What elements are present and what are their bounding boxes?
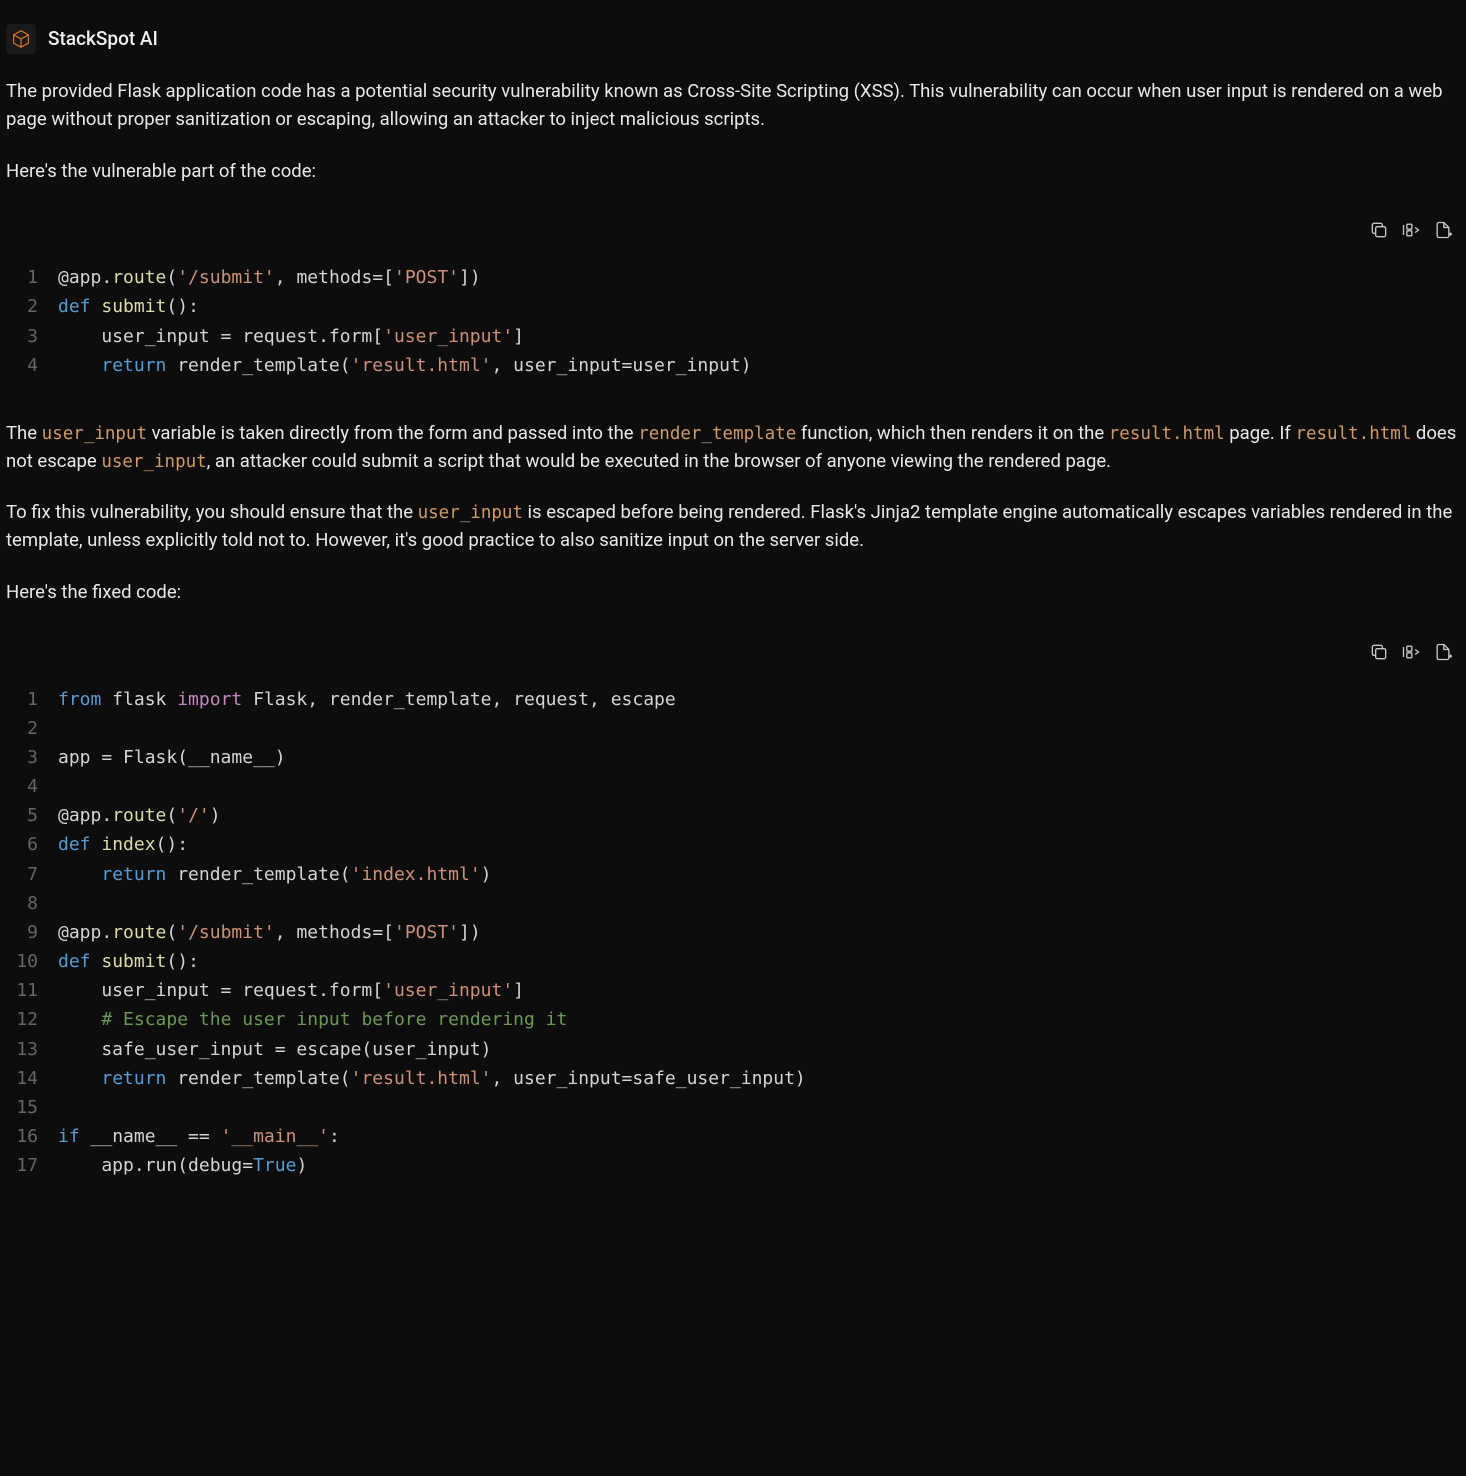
text-fragment: page. If [1225, 422, 1296, 444]
new-file-icon[interactable] [1432, 641, 1454, 663]
paragraph-fix-explain: To fix this vulnerability, you should en… [6, 499, 1460, 555]
code-line: 13 safe_user_input = escape(user_input) [6, 1035, 1460, 1064]
line-number: 3 [6, 743, 58, 772]
line-number: 6 [6, 830, 58, 859]
code-line: 3app = Flask(__name__) [6, 743, 1460, 772]
line-content: def submit(): [58, 292, 199, 321]
text-fragment: The [6, 422, 42, 444]
line-number: 5 [6, 801, 58, 830]
copy-icon[interactable] [1368, 641, 1390, 663]
code-line: 14 return render_template('result.html',… [6, 1064, 1460, 1093]
inline-code: user_input [101, 452, 206, 472]
line-content: return render_template('index.html') [58, 860, 492, 889]
copy-icon[interactable] [1368, 219, 1390, 241]
stackspot-logo-icon [6, 24, 36, 54]
paragraph-explanation-1: The user_input variable is taken directl… [6, 420, 1460, 476]
insert-icon[interactable] [1400, 219, 1422, 241]
line-number: 12 [6, 1005, 58, 1034]
code-line: 5@app.route('/') [6, 801, 1460, 830]
code-content: 1@app.route('/submit', methods=['POST'])… [6, 259, 1460, 392]
line-content: user_input = request.form['user_input'] [58, 322, 524, 351]
text-fragment: , an attacker could submit a script that… [207, 450, 1111, 472]
code-line: 7 return render_template('index.html') [6, 860, 1460, 889]
line-content: @app.route('/') [58, 801, 221, 830]
line-content: @app.route('/submit', methods=['POST']) [58, 918, 481, 947]
code-line: 2def submit(): [6, 292, 1460, 321]
code-line: 8 [6, 889, 1460, 918]
line-content: def index(): [58, 830, 188, 859]
paragraph-intro: The provided Flask application code has … [6, 78, 1460, 134]
line-content: def submit(): [58, 947, 199, 976]
code-line: 4 return render_template('result.html', … [6, 351, 1460, 380]
code-line: 11 user_input = request.form['user_input… [6, 976, 1460, 1005]
text-fragment: To fix this vulnerability, you should en… [6, 501, 418, 523]
line-number: 16 [6, 1122, 58, 1151]
inline-code: render_template [638, 424, 796, 444]
line-content: safe_user_input = escape(user_input) [58, 1035, 491, 1064]
line-number: 2 [6, 714, 58, 743]
paragraph-fixed-label: Here's the fixed code: [6, 579, 1460, 607]
code-line: 1@app.route('/submit', methods=['POST']) [6, 263, 1460, 292]
line-number: 9 [6, 918, 58, 947]
line-content: if __name__ == '__main__': [58, 1122, 340, 1151]
code-block-fixed: 1from flask import Flask, render_templat… [6, 631, 1460, 1193]
inline-code: result.html [1109, 424, 1225, 444]
new-file-icon[interactable] [1432, 219, 1454, 241]
line-content: app.run(debug=True) [58, 1151, 307, 1180]
line-content: user_input = request.form['user_input'] [58, 976, 524, 1005]
inline-code: result.html [1295, 424, 1411, 444]
line-content: return render_template('result.html', us… [58, 351, 752, 380]
inline-code: user_input [42, 424, 147, 444]
line-number: 4 [6, 351, 58, 380]
code-line: 2 [6, 714, 1460, 743]
code-line: 16if __name__ == '__main__': [6, 1122, 1460, 1151]
code-block-vulnerable: 1@app.route('/submit', methods=['POST'])… [6, 209, 1460, 392]
line-number: 10 [6, 947, 58, 976]
line-number: 2 [6, 292, 58, 321]
line-content: # Escape the user input before rendering… [58, 1005, 567, 1034]
code-content: 1from flask import Flask, render_templat… [6, 681, 1460, 1193]
code-line: 12 # Escape the user input before render… [6, 1005, 1460, 1034]
line-number: 1 [6, 685, 58, 714]
inline-code: user_input [418, 503, 523, 523]
line-number: 17 [6, 1151, 58, 1180]
line-number: 1 [6, 263, 58, 292]
text-fragment: variable is taken directly from the form… [147, 422, 638, 444]
line-number: 4 [6, 772, 58, 801]
chat-header: StackSpot AI [6, 6, 1460, 78]
code-line: 4 [6, 772, 1460, 801]
line-content: return render_template('result.html', us… [58, 1064, 806, 1093]
line-number: 3 [6, 322, 58, 351]
paragraph-vuln-label: Here's the vulnerable part of the code: [6, 158, 1460, 186]
line-content: @app.route('/submit', methods=['POST']) [58, 263, 481, 292]
code-line: 10def submit(): [6, 947, 1460, 976]
code-line: 1from flask import Flask, render_templat… [6, 685, 1460, 714]
code-toolbar [6, 631, 1460, 681]
code-toolbar [6, 209, 1460, 259]
line-number: 8 [6, 889, 58, 918]
code-line: 3 user_input = request.form['user_input'… [6, 322, 1460, 351]
line-number: 11 [6, 976, 58, 1005]
line-content: from flask import Flask, render_template… [58, 685, 676, 714]
code-line: 15 [6, 1093, 1460, 1122]
line-number: 13 [6, 1035, 58, 1064]
line-content: app = Flask(__name__) [58, 743, 286, 772]
line-number: 7 [6, 860, 58, 889]
line-number: 14 [6, 1064, 58, 1093]
code-line: 17 app.run(debug=True) [6, 1151, 1460, 1180]
insert-icon[interactable] [1400, 641, 1422, 663]
text-fragment: function, which then renders it on the [796, 422, 1109, 444]
line-number: 15 [6, 1093, 58, 1122]
code-line: 6def index(): [6, 830, 1460, 859]
code-line: 9@app.route('/submit', methods=['POST']) [6, 918, 1460, 947]
app-title: StackSpot AI [48, 25, 158, 54]
